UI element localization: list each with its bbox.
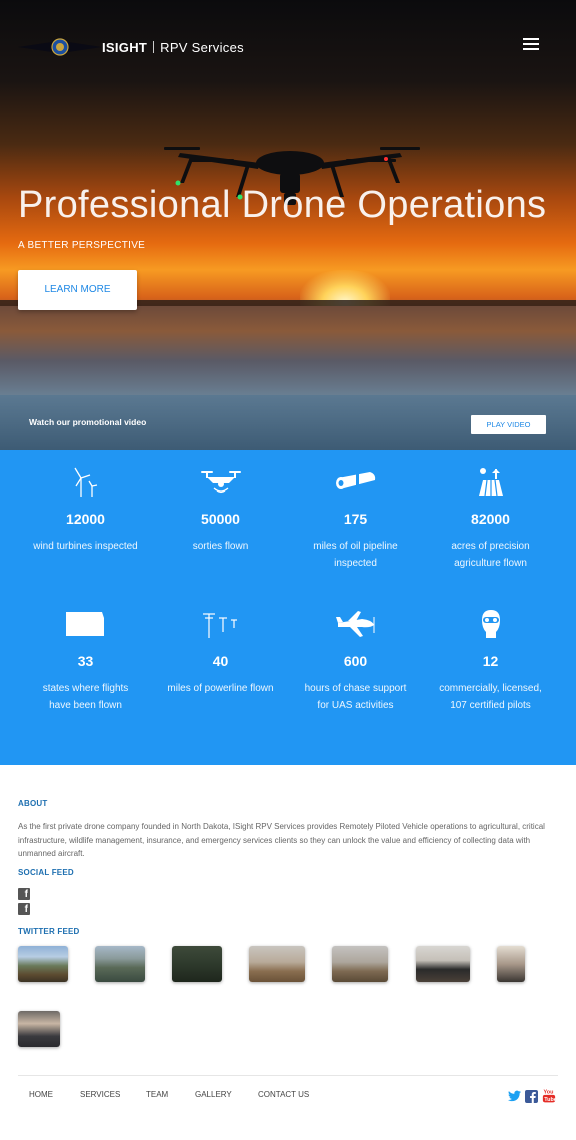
about-text: As the first private drone company found… [18,822,545,858]
twitter-icon[interactable] [508,1090,521,1102]
stat-label: states where flights have been flown [42,683,129,711]
stat-label: miles of powerline flown [167,683,274,694]
facebook-icon[interactable]: f [18,888,30,900]
stat-label: sorties flown [192,541,249,552]
play-video-button[interactable]: PLAY VIDEO [471,415,546,434]
hamburger-menu-icon[interactable] [523,38,539,50]
twitter-feed-thumbnail[interactable] [172,946,222,982]
twitter-feed-heading: TWITTER FEED [18,927,80,936]
footer-nav-home[interactable]: HOME [29,1090,53,1099]
wind-turbine-icon [18,465,153,499]
stat-value: 82000 [471,511,510,527]
stat-item: 33 states where flights have been flown [18,607,153,714]
hero-title: Professional Drone Operations [18,184,547,226]
stat-item: 82000 acres of precision agriculture flo… [423,465,558,572]
stat-value: 12 [482,653,499,669]
footer-nav-team[interactable]: TEAM [146,1090,168,1099]
facebook-icon[interactable]: f [18,903,30,915]
brand-separator [153,40,155,53]
twitter-feed-thumbnail[interactable] [497,946,525,982]
logo-wing-icon [18,38,102,56]
stat-value: 40 [212,653,229,669]
airplane-icon [288,607,423,641]
state-map-icon [18,607,153,641]
stat-value: 600 [343,653,368,669]
twitter-feed-thumbnail[interactable] [416,946,470,982]
twitter-feed-thumbnail[interactable] [95,946,145,982]
farm-field-icon [423,465,558,499]
stat-label: miles of oil pipeline inspected [313,541,398,569]
twitter-feed-thumbnail[interactable] [249,946,305,982]
stat-item: 50000 sorties flown [153,465,288,556]
stat-value: 12000 [66,511,105,527]
youtube-icon[interactable]: You Tube [542,1088,556,1103]
stat-value: 33 [77,653,94,669]
stat-item: 40 miles of powerline flown [153,607,288,698]
twitter-feed-thumbnail[interactable] [18,1011,60,1047]
footer-nav-services[interactable]: SERVICES [80,1090,120,1099]
stat-label: wind turbines inspected [33,541,138,552]
footer-nav-contact-us[interactable]: CONTACT US [258,1090,309,1099]
facebook-icon[interactable] [525,1090,538,1103]
hero-section: ISIGHT RPV Services Professional Drone Op… [0,0,576,450]
video-bar: Watch our promotional video PLAY VIDEO [0,398,576,450]
stats-section: 12000 wind turbines inspected 50000 sort… [0,450,576,765]
stat-item: 175 miles of oil pipeline inspected [288,465,423,572]
stat-item: 12 commercially, licensed, 107 certified… [423,607,558,714]
video-text: Watch our promotional video [29,417,147,427]
svg-text:You: You [544,1089,554,1095]
stat-item: 600 hours of chase support for UAS activ… [288,607,423,714]
learn-more-button[interactable]: LEARN MORE [18,270,137,310]
footer-divider [18,1075,558,1076]
pilot-icon [423,607,558,641]
brand-name-rest: RPV Services [160,39,244,55]
footer-nav-gallery[interactable]: GALLERY [195,1090,232,1099]
stat-label: hours of chase support for UAS activitie… [304,683,407,711]
hero-subtitle: A BETTER PERSPECTIVE [18,240,146,251]
brand-logo[interactable]: ISIGHT RPV Services [18,36,244,58]
social-feed-heading: SOCIAL FEED [18,868,74,877]
powerline-icon [153,607,288,641]
stat-item: 12000 wind turbines inspected [18,465,153,556]
stat-value: 50000 [201,511,240,527]
stat-label: acres of precision agriculture flown [451,541,530,569]
twitter-feed-thumbnail[interactable] [18,946,68,982]
pipeline-icon [288,465,423,499]
brand-name-bold: ISIGHT [102,39,148,55]
twitter-feed-thumbnail[interactable] [332,946,388,982]
drone-icon [153,465,288,499]
stat-label: commercially, licensed, 107 certified pi… [439,683,542,711]
about-heading: ABOUT [18,799,48,808]
svg-text:Tube: Tube [544,1097,556,1103]
stat-value: 175 [343,511,368,527]
water [0,306,576,406]
